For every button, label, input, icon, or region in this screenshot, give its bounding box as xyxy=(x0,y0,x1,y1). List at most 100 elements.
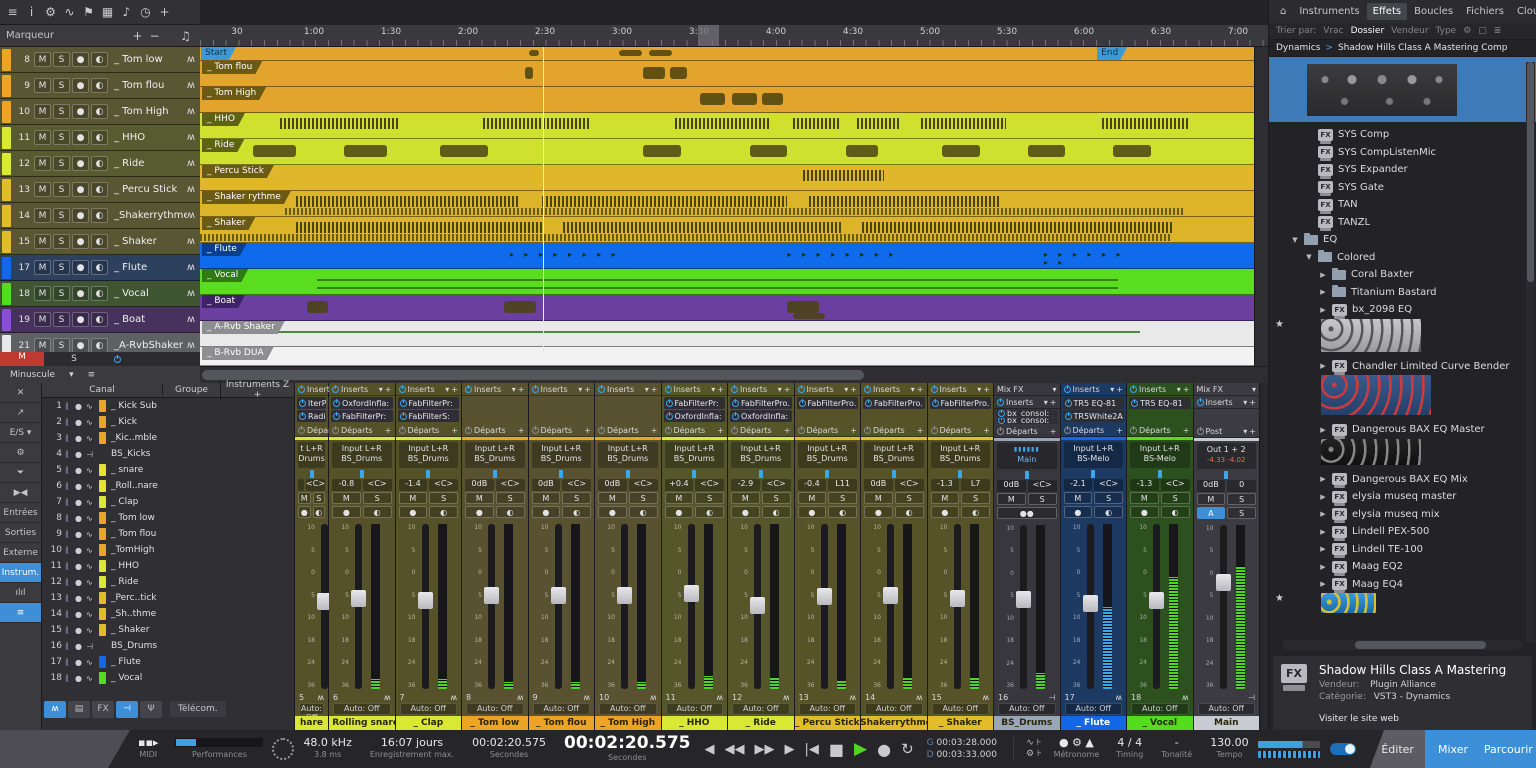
mute-button[interactable]: M xyxy=(1130,492,1159,504)
record-arm-button[interactable]: ● xyxy=(797,506,827,518)
mute-button[interactable]: M xyxy=(531,492,561,504)
power-icon[interactable] xyxy=(332,425,339,434)
mixer-channel-row[interactable]: 5 ‖ ● ∿ _ snare xyxy=(42,462,294,478)
plugin-list-item[interactable]: FX SYS Comp xyxy=(1269,126,1536,144)
add-send-icon[interactable]: + xyxy=(1249,427,1256,436)
power-icon[interactable] xyxy=(465,425,472,434)
inserts-header[interactable]: Inserts ▾+ xyxy=(861,383,927,396)
record-arm-button[interactable]: ● xyxy=(72,182,89,197)
mixer-strip[interactable]: Inserts ▾ + Départs + Input L+R BS_Drums 0dB <C>… xyxy=(462,383,529,730)
fader-handle[interactable] xyxy=(484,586,499,604)
channel-name[interactable]: _ Shaker xyxy=(111,625,149,635)
fader-handle[interactable] xyxy=(1215,574,1231,592)
power-icon[interactable] xyxy=(731,384,738,393)
monitor-button[interactable]: ◐ xyxy=(91,208,108,223)
track-header-row[interactable]: 19 M S ● ◐ _ Boat ʍ xyxy=(0,307,200,333)
insert-slot[interactable]: OxfordInfla: xyxy=(331,397,393,409)
pan-value[interactable]: <C> xyxy=(562,479,591,491)
browser-tab-effets[interactable]: Effets xyxy=(1366,3,1408,20)
mixer-strip[interactable]: Inserts ▾ + FabFilterPr: OxfordInfla: Départs… xyxy=(661,383,728,730)
chevron-down-icon[interactable]: ▾ xyxy=(778,385,782,394)
monitor-button[interactable]: ◐ xyxy=(628,506,658,518)
monitor-button[interactable]: ◐ xyxy=(91,260,108,275)
solo-button[interactable]: S xyxy=(961,492,990,504)
sends-header[interactable]: Départs + xyxy=(1127,424,1193,437)
list-button[interactable]: ≡ xyxy=(0,603,41,623)
monitor-button[interactable]: ◐ xyxy=(362,506,392,518)
channel-name[interactable]: _ Kick Sub xyxy=(111,401,157,411)
strip-name-label[interactable]: _ Ride xyxy=(728,716,794,730)
activate-dot-icon[interactable]: ● xyxy=(75,450,86,459)
record-arm-button[interactable]: ● xyxy=(1130,506,1159,518)
mixer-channel-row[interactable]: 8 ‖ ● ∿ _ Tom low xyxy=(42,510,294,526)
mute-button[interactable]: M xyxy=(34,130,51,145)
fader-section[interactable]: 10 5 0 5 10 18 24 36 xyxy=(329,522,395,691)
clip-name-tag[interactable]: _ Percu Stick xyxy=(202,165,274,178)
gain-value[interactable]: 0dB xyxy=(1196,480,1226,492)
power-icon[interactable] xyxy=(797,425,805,434)
record-arm-button[interactable]: ● xyxy=(72,286,89,301)
insert-slot[interactable]: FabFilterPro. xyxy=(863,397,925,409)
browse-view-button[interactable]: Parcourir xyxy=(1480,730,1536,768)
item-label[interactable]: SYS Comp xyxy=(1338,129,1389,140)
inserts-header[interactable]: Inserts ▾+ xyxy=(462,383,528,396)
inserts-header[interactable]: Inserts ▾+ xyxy=(395,383,461,396)
expander-icon[interactable]: ▶ xyxy=(1319,426,1327,434)
solo-button[interactable]: S xyxy=(53,156,70,171)
pan-value[interactable]: <C> xyxy=(1027,480,1057,492)
gain-value[interactable]: 0dB xyxy=(997,480,1026,492)
add-send-icon[interactable]: + xyxy=(651,426,658,435)
sends-header[interactable]: Départs + xyxy=(794,424,860,437)
playhead[interactable] xyxy=(542,47,544,352)
add-insert-icon[interactable]: + xyxy=(850,385,857,394)
monitor-button[interactable]: ◐ xyxy=(429,506,458,518)
power-icon[interactable] xyxy=(398,384,406,393)
browser-vertical-scrollbar[interactable] xyxy=(1526,62,1535,642)
mute-button[interactable]: M xyxy=(34,208,51,223)
record-arm-button[interactable]: ● xyxy=(72,338,89,353)
mute-button[interactable]: M xyxy=(34,182,51,197)
automation-mode-button[interactable]: Auto: Off xyxy=(998,703,1056,715)
clock-icon[interactable]: ◷ xyxy=(137,3,154,22)
item-label[interactable]: SYS Expander xyxy=(1338,164,1408,175)
solo-button[interactable]: S xyxy=(1227,493,1256,505)
activate-dot-icon[interactable]: ● xyxy=(75,594,86,603)
browser-tab-home[interactable]: ⌂ xyxy=(1274,3,1292,20)
plugin-thumbnail-row[interactable]: ★ xyxy=(1269,318,1536,358)
mute-button[interactable]: M xyxy=(930,492,960,504)
monitor-button[interactable]: ◐ xyxy=(91,52,108,67)
record-time-remaining[interactable]: 16:07 jours xyxy=(370,737,454,749)
stereo-mono-button[interactable]: ●● xyxy=(997,507,1057,519)
fader-handle[interactable] xyxy=(351,590,366,607)
automation-mode-button[interactable]: Auto: Off xyxy=(665,703,723,715)
expander-icon[interactable]: ▶ xyxy=(1319,528,1327,536)
power-icon[interactable] xyxy=(664,425,672,434)
activate-dot-icon[interactable]: ● xyxy=(75,498,86,507)
browser-breadcrumb[interactable]: Dynamics > Shadow Hills Class A Masterin… xyxy=(1269,40,1536,57)
fader-track[interactable] xyxy=(417,524,433,689)
track-lane[interactable]: _ B-Rvb DUA xyxy=(200,347,1268,366)
channel-name[interactable]: _ Vocal xyxy=(111,673,142,683)
power-icon[interactable] xyxy=(1063,384,1071,393)
monitor-button[interactable]: ◐ xyxy=(91,130,108,145)
mixer-strip[interactable]: Mix FX ▾ Inserts ▾ + bx_consol: bx_consol: Dépa… xyxy=(994,383,1061,730)
mixer-strip[interactable]: Inserts ▾ + FabFilterPro. Départs + Input L+R B… xyxy=(794,383,861,730)
mixfx-header[interactable]: Mix FX ▾ xyxy=(1193,383,1259,396)
power-icon[interactable] xyxy=(930,425,938,434)
solo-button[interactable]: S xyxy=(53,286,70,301)
browser-tab-boucles[interactable]: Boucles xyxy=(1408,3,1459,20)
step-back-button[interactable]: ◀ xyxy=(705,742,715,757)
record-arm-button[interactable]: ● xyxy=(598,506,627,518)
clip-name-tag[interactable]: _ Boat xyxy=(202,295,245,308)
pan-value[interactable]: <C> xyxy=(894,479,924,491)
fader-section[interactable]: 10 5 0 5 10 18 24 36 xyxy=(396,522,462,691)
power-icon[interactable] xyxy=(1130,384,1137,393)
fader-handle[interactable] xyxy=(417,591,433,609)
sort-option-dossier[interactable]: Dossier xyxy=(1351,26,1385,36)
fader-section[interactable]: 10 5 0 5 10 18 24 36 xyxy=(595,522,661,691)
plugin-list-item[interactable]: ▶ FX Dangerous BAX EQ Mix xyxy=(1269,471,1536,489)
fader-track[interactable] xyxy=(750,524,765,689)
sends-header[interactable]: Départs + xyxy=(861,424,927,437)
drag-handle-icon[interactable]: ‖ xyxy=(65,674,75,682)
fader-handle[interactable] xyxy=(617,586,632,604)
